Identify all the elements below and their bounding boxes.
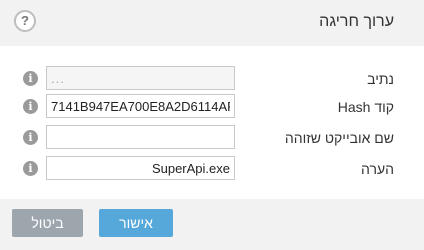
cancel-button[interactable]: ביטול (12, 209, 83, 237)
comment-field[interactable] (46, 156, 235, 180)
hash-label: קוד Hash (337, 99, 394, 115)
info-icon[interactable]: i (23, 99, 38, 114)
info-icon[interactable]: i (23, 130, 38, 145)
path-row: i נתיב (0, 66, 424, 92)
hash-field[interactable] (46, 94, 235, 118)
comment-label: הערה (361, 161, 394, 177)
dialog-header: ? ערוך חריגה (0, 0, 424, 46)
dialog-title: ערוך חריגה (319, 13, 394, 30)
dialog-footer: ביטול אישור (0, 199, 424, 250)
info-icon[interactable]: i (23, 71, 38, 86)
comment-row: i הערה (0, 156, 424, 182)
info-icon[interactable]: i (23, 161, 38, 176)
detected-object-row: i שם אובייקט שזוהה (0, 125, 424, 151)
path-label: נתיב (367, 71, 394, 87)
help-icon[interactable]: ? (14, 10, 36, 32)
hash-row: i קוד Hash (0, 94, 424, 120)
detected-object-field[interactable] (46, 125, 235, 149)
ok-button[interactable]: אישור (99, 209, 173, 237)
path-field (46, 66, 235, 90)
detected-object-label: שם אובייקט שזוהה (284, 130, 394, 146)
